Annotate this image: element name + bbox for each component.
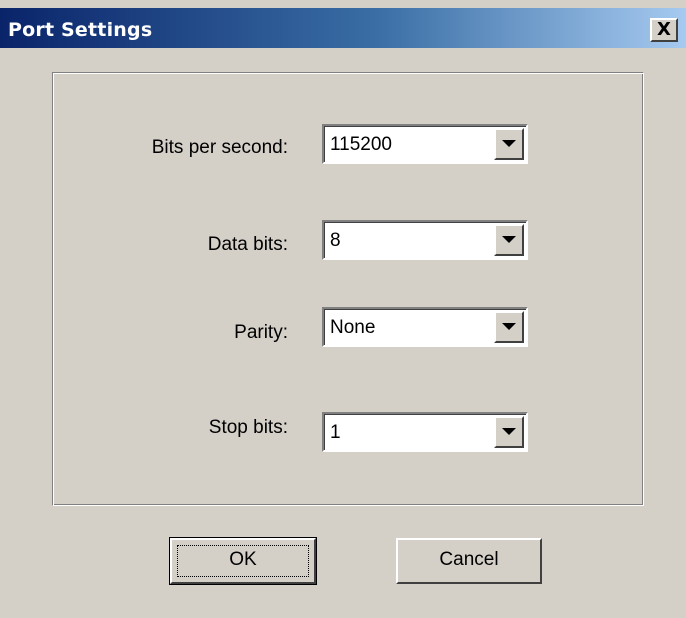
parity-combo[interactable]: None	[322, 307, 528, 347]
stop-bits-value: 1	[330, 422, 341, 443]
ok-button[interactable]: OK	[169, 537, 317, 585]
bits-per-second-combo[interactable]: 115200	[322, 124, 528, 164]
bits-per-second-value: 115200	[330, 134, 392, 155]
ok-button-label: OK	[229, 549, 257, 570]
bits-per-second-label: Bits per second:	[151, 137, 288, 158]
cancel-button-label: Cancel	[439, 549, 499, 570]
cancel-button[interactable]: Cancel	[396, 538, 542, 584]
chevron-down-icon	[502, 140, 516, 147]
data-bits-dropdown-button[interactable]	[494, 224, 524, 256]
chevron-down-icon	[502, 428, 516, 435]
stop-bits-combo[interactable]: 1	[322, 412, 528, 452]
stop-bits-dropdown-button[interactable]	[494, 416, 524, 448]
bits-per-second-dropdown-button[interactable]	[494, 128, 524, 160]
chevron-down-icon	[502, 236, 516, 243]
title-bar[interactable]: Port Settings X	[0, 8, 686, 48]
chevron-down-icon	[502, 323, 516, 330]
data-bits-label: Data bits:	[207, 234, 288, 255]
dialog-title: Port Settings	[8, 19, 153, 41]
stop-bits-label: Stop bits:	[208, 417, 288, 438]
port-settings-dialog: Port Settings X Bits per second: 115200 …	[0, 0, 686, 618]
parity-value: None	[330, 317, 376, 338]
data-bits-combo[interactable]: 8	[322, 220, 528, 260]
parity-dropdown-button[interactable]	[494, 311, 524, 343]
close-icon: X	[657, 19, 671, 40]
data-bits-value: 8	[330, 230, 341, 251]
close-button[interactable]: X	[650, 18, 678, 42]
parity-label: Parity:	[234, 322, 288, 343]
